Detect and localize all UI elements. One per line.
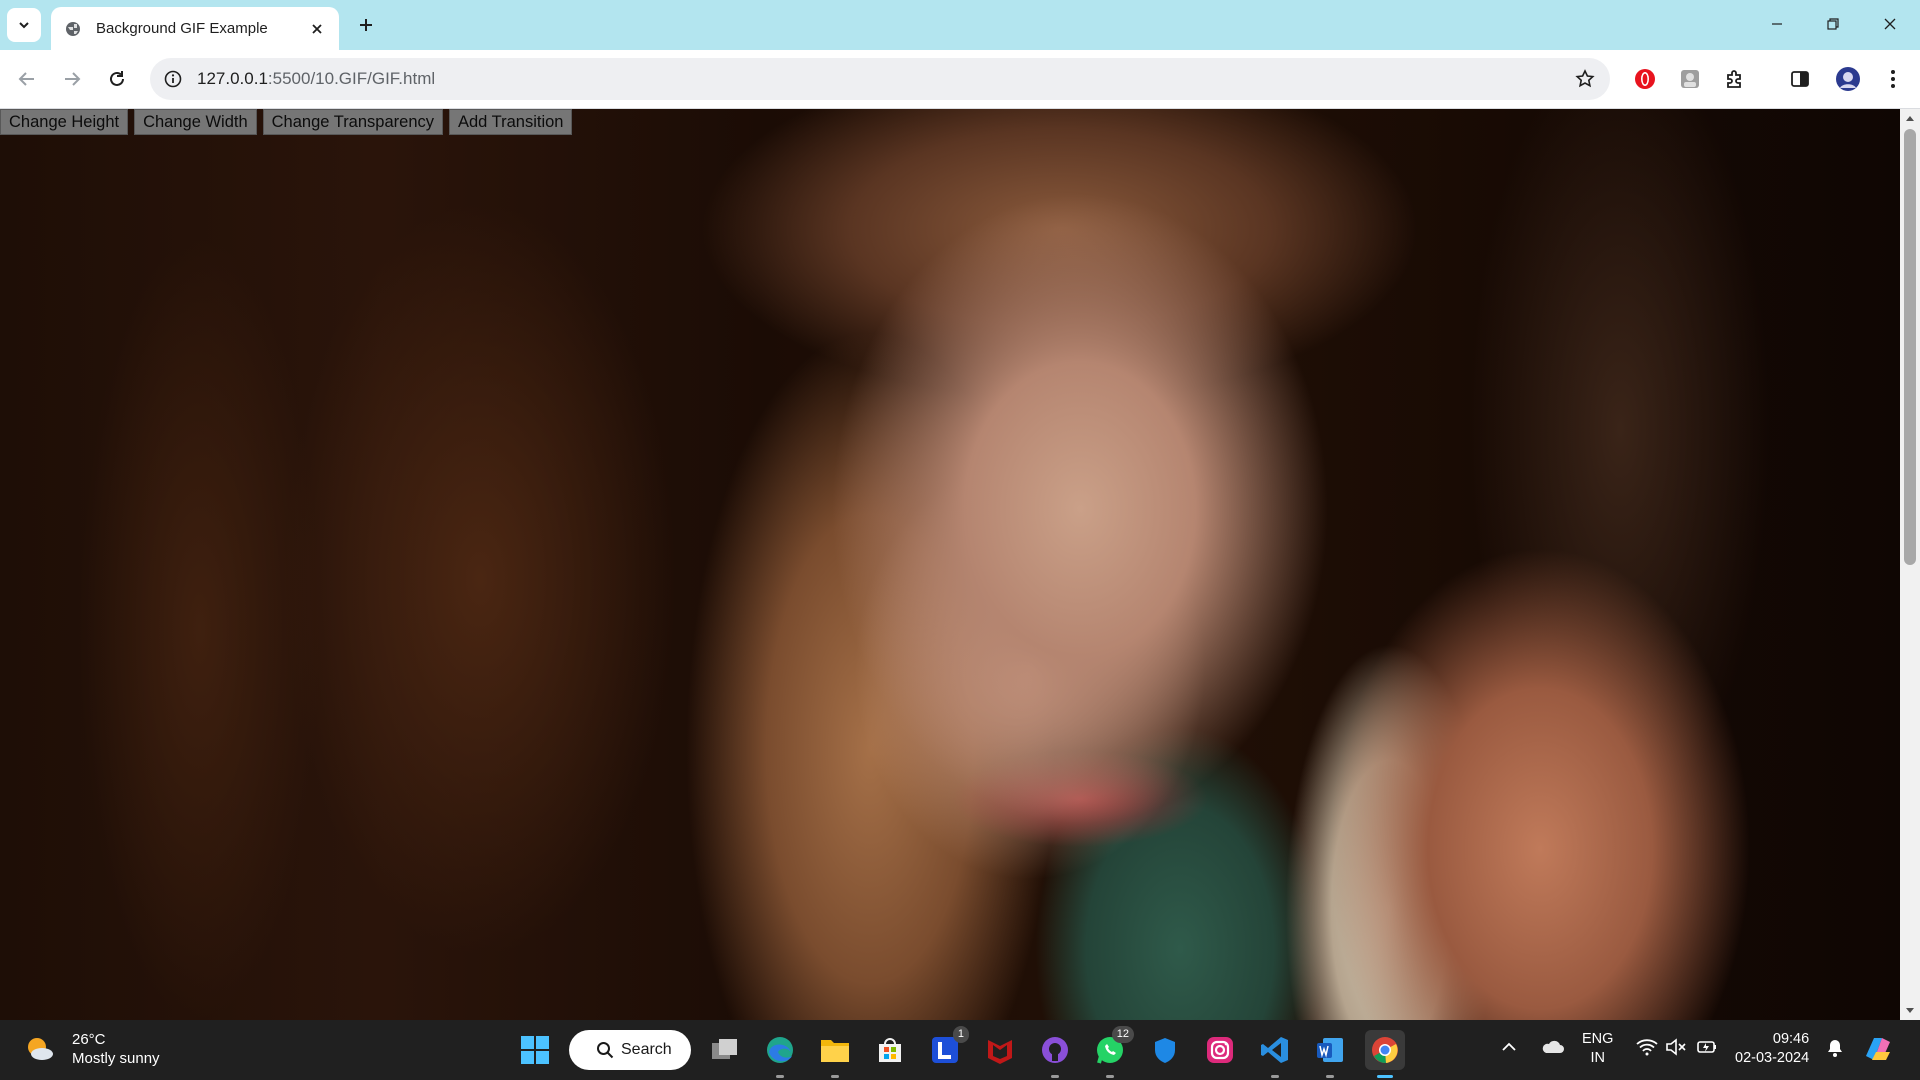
change-width-button[interactable]: Change Width — [134, 109, 257, 135]
file-explorer-icon[interactable] — [815, 1030, 855, 1078]
system-clock[interactable]: 09:46 02-03-2024 — [1735, 1030, 1809, 1068]
scroll-up-icon[interactable] — [1900, 109, 1920, 127]
windows-taskbar: 26°C Mostly sunny Search 1 12 ENG IN 09:… — [0, 1020, 1920, 1080]
browser-tab[interactable]: Background GIF Example — [51, 7, 339, 50]
instagram-icon[interactable] — [1200, 1030, 1240, 1070]
battery-charging-icon[interactable] — [1696, 1038, 1718, 1056]
wifi-icon[interactable] — [1636, 1038, 1658, 1056]
sun-cloud-icon — [28, 1038, 53, 1060]
onedrive-cloud-icon[interactable] — [1540, 1038, 1564, 1056]
more-menu-icon[interactable] — [1878, 64, 1908, 94]
region-code: IN — [1590, 1050, 1605, 1066]
language-code: ENG — [1582, 1031, 1614, 1047]
vscode-icon[interactable] — [1255, 1030, 1295, 1078]
word-icon[interactable] — [1310, 1030, 1350, 1078]
extension-icon[interactable] — [1675, 64, 1705, 94]
clock-time: 09:46 — [1772, 1031, 1810, 1047]
notification-bell-icon[interactable] — [1826, 1038, 1844, 1058]
weather-widget[interactable]: 26°C Mostly sunny — [24, 1030, 160, 1068]
arrow-right-icon — [65, 72, 81, 86]
url-path: :5500/10.GIF/GIF.html — [267, 69, 436, 88]
start-button[interactable] — [515, 1030, 555, 1070]
minimize-button[interactable] — [1757, 8, 1797, 40]
star-icon[interactable] — [1574, 68, 1596, 90]
notification-badge: 12 — [1111, 1026, 1134, 1043]
microsoft-store-icon[interactable] — [870, 1030, 910, 1070]
reload-button[interactable] — [102, 64, 132, 94]
scrollbar-thumb[interactable] — [1904, 129, 1916, 565]
task-view-icon[interactable] — [705, 1030, 745, 1070]
change-height-button[interactable]: Change Height — [0, 109, 129, 135]
address-bar[interactable]: 127.0.0.1:5500/10.GIF/GIF.html — [150, 58, 1610, 100]
title-bar: Background GIF Example — [0, 0, 1920, 50]
running-indicator — [831, 1075, 839, 1078]
running-indicator — [1051, 1075, 1059, 1078]
clock-date: 02-03-2024 — [1735, 1050, 1810, 1066]
forward-button[interactable] — [57, 64, 87, 94]
close-icon — [1884, 18, 1896, 30]
search-label: Search — [621, 1041, 672, 1058]
running-indicator — [1326, 1075, 1334, 1078]
side-panel-icon[interactable] — [1785, 64, 1815, 94]
reload-icon — [110, 71, 124, 86]
mcafee-icon[interactable] — [980, 1030, 1020, 1070]
windows-logo-icon — [521, 1036, 549, 1064]
url-host: 127.0.0.1 — [197, 69, 268, 88]
control-buttons: Change Height Change Width Change Transp… — [0, 109, 573, 135]
chevron-down-icon — [19, 22, 29, 29]
browser-toolbar: 127.0.0.1:5500/10.GIF/GIF.html — [0, 50, 1920, 109]
defender-shield-icon[interactable] — [1145, 1030, 1185, 1070]
l-app-icon[interactable]: 1 — [925, 1026, 969, 1070]
puzzle-icon[interactable] — [1720, 64, 1750, 94]
close-window-button[interactable] — [1870, 8, 1910, 40]
weather-temperature: 26°C — [72, 1031, 106, 1048]
running-indicator — [1377, 1075, 1393, 1078]
github-desktop-icon[interactable] — [1035, 1030, 1075, 1078]
tab-search-button[interactable] — [7, 8, 41, 42]
copilot-icon[interactable] — [1862, 1034, 1894, 1064]
page-viewport-gif-background: Change Height Change Width Change Transp… — [0, 109, 1900, 1020]
search-icon — [597, 1042, 614, 1059]
url-text: 127.0.0.1:5500/10.GIF/GIF.html — [197, 69, 435, 89]
restore-button[interactable] — [1813, 8, 1853, 40]
running-indicator — [1106, 1075, 1114, 1078]
minimize-icon — [1772, 23, 1782, 25]
input-language-indicator[interactable]: ENG IN — [1582, 1030, 1613, 1068]
plus-icon — [360, 19, 372, 31]
restore-icon — [1827, 18, 1839, 30]
notification-badge: 1 — [952, 1026, 969, 1043]
profile-avatar[interactable] — [1833, 64, 1863, 94]
running-indicator — [776, 1075, 784, 1078]
whatsapp-icon[interactable]: 12 — [1090, 1026, 1134, 1078]
vertical-scrollbar[interactable] — [1900, 109, 1920, 1020]
edge-browser-icon[interactable] — [760, 1030, 800, 1078]
taskbar-search[interactable]: Search — [569, 1030, 691, 1070]
volume-muted-icon[interactable] — [1665, 1038, 1687, 1056]
close-icon[interactable] — [305, 17, 329, 41]
info-icon[interactable] — [162, 68, 184, 90]
chrome-icon[interactable] — [1365, 1030, 1405, 1078]
arrow-left-icon — [18, 72, 34, 86]
weather-description: Mostly sunny — [72, 1050, 160, 1067]
opera-extension-icon[interactable] — [1630, 64, 1660, 94]
new-tab-button[interactable] — [352, 11, 380, 39]
back-button[interactable] — [12, 64, 42, 94]
chevron-up-icon[interactable] — [1500, 1038, 1518, 1056]
running-indicator — [1271, 1075, 1279, 1078]
tab-title: Background GIF Example — [96, 20, 268, 37]
change-transparency-button[interactable]: Change Transparency — [262, 109, 443, 135]
scroll-down-icon[interactable] — [1900, 1002, 1920, 1020]
globe-icon — [64, 20, 82, 38]
add-transition-button[interactable]: Add Transition — [449, 109, 573, 135]
